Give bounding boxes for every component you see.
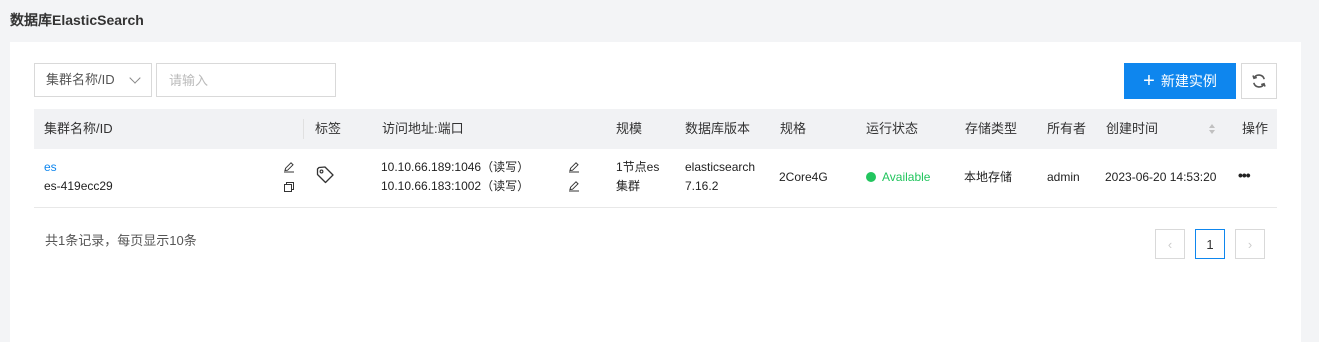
access-address-2: 10.10.66.183:1002（读写） <box>381 179 530 193</box>
prev-page-button[interactable]: ‹ <box>1155 229 1185 259</box>
column-header-storage: 存储类型 <box>965 121 1018 136</box>
page-title: 数据库ElasticSearch <box>10 12 144 28</box>
edit-name-icon[interactable] <box>283 161 295 173</box>
page-button-current[interactable]: 1 <box>1195 229 1225 259</box>
plus-icon: + <box>1143 70 1155 92</box>
pagination-summary: 共1条记录，每页显示10条 <box>45 233 197 248</box>
more-actions-icon[interactable]: ••• <box>1238 166 1251 185</box>
edit-address-icon[interactable] <box>568 161 580 173</box>
status-text: Available <box>882 170 931 184</box>
column-header-tags: 标签 <box>315 121 342 136</box>
version-line2: 7.16.2 <box>685 179 719 193</box>
column-header-created[interactable]: 创建时间 <box>1106 109 1158 149</box>
table-header: 集群名称/ID 标签 访问地址:端口 规模 数据库版本 规格 运行状态 存储类型… <box>34 109 1277 149</box>
storage-type: 本地存储 <box>964 170 1013 184</box>
scale-line1: 1节点es <box>616 160 660 174</box>
chevron-left-icon: ‹ <box>1167 236 1173 252</box>
table-row: es es-419ecc29 10.10.66.189:1046（读写） 10.… <box>34 149 1277 208</box>
version-line1: elasticsearch <box>685 160 756 174</box>
next-page-button[interactable]: › <box>1235 229 1265 259</box>
search-field-select[interactable]: 集群名称/ID <box>34 63 152 97</box>
column-header-spec: 规格 <box>780 121 807 136</box>
instance-id: es-419ecc29 <box>44 179 113 193</box>
column-header-scale: 规模 <box>616 121 643 136</box>
chevron-down-icon <box>129 72 141 84</box>
created-time: 2023-06-20 14:53:20 <box>1105 170 1217 184</box>
new-instance-button[interactable]: + 新建实例 <box>1124 63 1236 99</box>
column-header-version: 数据库版本 <box>685 121 751 136</box>
scale-line2: 集群 <box>616 179 641 193</box>
access-address-1: 10.10.66.189:1046（读写） <box>381 160 530 174</box>
status-dot-icon <box>866 172 876 182</box>
chevron-right-icon: › <box>1247 236 1253 252</box>
column-header-owner: 所有者 <box>1047 121 1087 136</box>
column-header-address: 访问地址:端口 <box>382 121 464 136</box>
refresh-button[interactable] <box>1241 63 1277 99</box>
instance-name-link[interactable]: es <box>44 158 57 177</box>
column-header-name: 集群名称/ID <box>44 121 113 136</box>
status-badge: Available <box>866 168 930 187</box>
search-input[interactable] <box>156 63 336 97</box>
edit-address-icon[interactable] <box>568 180 580 192</box>
spec-value: 2Core4G <box>779 170 828 184</box>
current-page-number: 1 <box>1206 236 1214 252</box>
owner: admin <box>1047 170 1080 184</box>
new-instance-label: 新建实例 <box>1160 73 1217 89</box>
column-divider <box>303 119 304 139</box>
instance-list-card: 集群名称/ID + 新建实例 集群名称/ID 标签 访问地址:端口 规模 数据库… <box>10 42 1301 342</box>
sort-icon[interactable] <box>1208 123 1216 135</box>
copy-id-icon[interactable] <box>283 181 295 193</box>
refresh-icon <box>1252 74 1266 88</box>
column-header-status: 运行状态 <box>866 121 919 136</box>
tag-icon[interactable] <box>315 165 335 185</box>
search-field-select-value: 集群名称/ID <box>46 72 115 87</box>
column-header-actions: 操作 <box>1242 121 1269 136</box>
